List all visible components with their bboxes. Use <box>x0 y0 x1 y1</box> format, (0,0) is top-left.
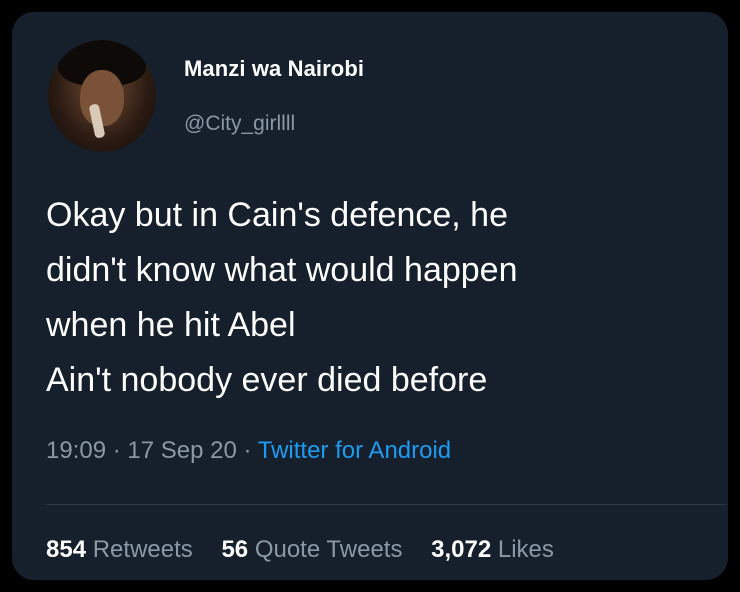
meta-separator: · <box>236 437 258 464</box>
tweet-meta: 19:09 · 17 Sep 20 · Twitter for Android <box>46 437 451 465</box>
retweets-stat[interactable]: 854 Retweets <box>46 536 193 564</box>
tweet-text-line: Okay but in Cain's defence, he <box>46 196 508 234</box>
likes-stat[interactable]: 3,072 Likes <box>431 536 554 564</box>
tweet-date[interactable]: 17 Sep 20 <box>127 437 236 464</box>
tweet-text-line: didn't know what would happen <box>46 251 518 289</box>
quote-tweets-count: 56 <box>221 536 249 563</box>
tweet-stats: 854 Retweets 56 Quote Tweets 3,072 Likes <box>46 536 576 564</box>
retweets-count: 854 <box>46 536 87 563</box>
avatar[interactable] <box>48 40 156 152</box>
user-handle[interactable]: @City_girllll <box>184 112 295 136</box>
divider <box>46 504 726 505</box>
retweets-label: Retweets <box>92 536 193 563</box>
avatar-face <box>80 70 124 126</box>
likes-label: Likes <box>497 536 554 563</box>
tweet-text-line: Ain't nobody ever died before <box>46 361 488 399</box>
tweet-text: Okay but in Cain's defence, he didn't kn… <box>46 188 716 408</box>
tweet-text-line: when he hit Abel <box>46 306 296 344</box>
meta-separator: · <box>106 437 128 464</box>
display-name[interactable]: Manzi wa Nairobi <box>184 56 364 82</box>
likes-count: 3,072 <box>431 536 492 563</box>
tweet-source-link[interactable]: Twitter for Android <box>258 437 451 464</box>
tweet-time[interactable]: 19:09 <box>46 437 106 464</box>
quote-tweets-label: Quote Tweets <box>254 536 403 563</box>
quote-tweets-stat[interactable]: 56 Quote Tweets <box>221 536 402 564</box>
tweet-card: Manzi wa Nairobi @City_girllll Okay but … <box>12 12 728 580</box>
